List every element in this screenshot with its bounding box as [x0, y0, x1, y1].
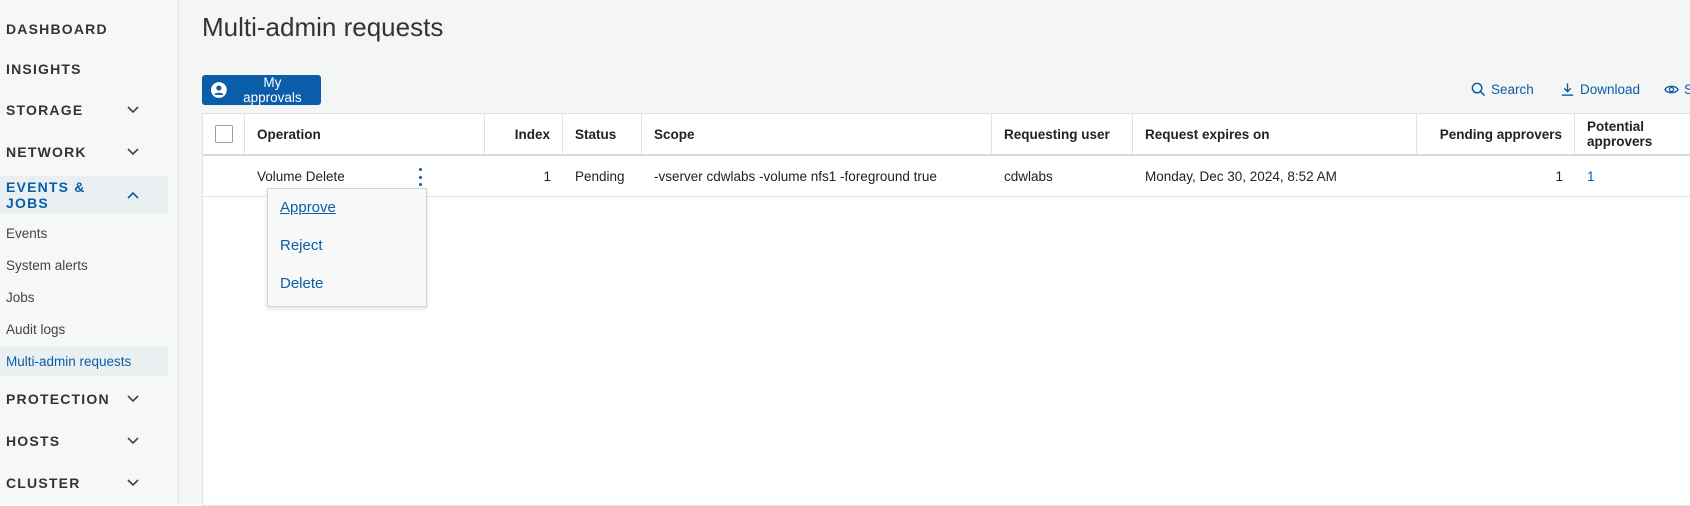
- search-button[interactable]: Search: [1471, 82, 1534, 97]
- chevron-down-icon: [126, 145, 140, 159]
- download-icon: [1561, 83, 1574, 96]
- nav-cluster[interactable]: CLUSTER: [0, 464, 168, 502]
- show-label: S: [1684, 82, 1690, 97]
- chevron-down-icon: [126, 476, 140, 490]
- header-select-all[interactable]: [203, 114, 245, 154]
- my-approvals-button[interactable]: My approvals: [202, 75, 321, 105]
- nav-item-multi-admin-requests[interactable]: Multi-admin requests: [0, 346, 168, 376]
- user-circle-icon: [211, 82, 227, 98]
- row-actions-kebab-icon[interactable]: [415, 168, 425, 186]
- select-all-checkbox[interactable]: [215, 125, 233, 143]
- nav-events-jobs[interactable]: EVENTS & JOBS: [0, 176, 168, 214]
- search-label: Search: [1491, 82, 1534, 97]
- header-request-expires-on[interactable]: Request expires on: [1133, 114, 1417, 154]
- header-status[interactable]: Status: [563, 114, 642, 154]
- nav-item-audit-logs[interactable]: Audit logs: [0, 314, 168, 344]
- menu-item-delete[interactable]: Delete: [280, 275, 323, 292]
- page-title: Multi-admin requests: [202, 12, 444, 42]
- nav-insights[interactable]: INSIGHTS: [0, 50, 168, 88]
- header-potential-approvers[interactable]: Potential approvers: [1575, 114, 1690, 154]
- eye-icon: [1664, 85, 1679, 94]
- header-operation[interactable]: Operation: [245, 114, 485, 154]
- sidebar: DASHBOARD INSIGHTS STORAGE NETWORK EVENT…: [0, 0, 179, 504]
- chevron-down-icon: [126, 392, 140, 406]
- nav-events-jobs-label: EVENTS & JOBS: [6, 179, 86, 211]
- cell-potential-approvers-link[interactable]: 1: [1575, 156, 1690, 196]
- nav-network[interactable]: NETWORK: [0, 133, 168, 171]
- nav-protection-label: PROTECTION: [6, 391, 110, 407]
- nav-storage-label: STORAGE: [6, 102, 84, 118]
- my-approvals-label: My approvals: [243, 75, 302, 105]
- main-content: Multi-admin requests My approvals Search…: [179, 0, 1690, 506]
- download-button[interactable]: Download: [1560, 82, 1640, 97]
- cell-scope: -vserver cdwlabs -volume nfs1 -foregroun…: [654, 168, 937, 184]
- nav-insights-label: INSIGHTS: [6, 61, 82, 77]
- nav-network-label: NETWORK: [6, 144, 87, 160]
- requests-table: Operation Index Status Scope Requesting …: [202, 113, 1690, 506]
- chevron-down-icon: [126, 434, 140, 448]
- nav-item-jobs[interactable]: Jobs: [0, 282, 168, 312]
- search-icon: [1471, 82, 1486, 97]
- nav-item-system-alerts[interactable]: System alerts: [0, 250, 168, 280]
- download-label: Download: [1580, 82, 1641, 97]
- cell-requesting-user: cdwlabs: [1004, 168, 1053, 184]
- cell-index: 1: [543, 168, 551, 184]
- chevron-up-icon: [127, 188, 140, 202]
- menu-item-approve[interactable]: Approve: [280, 199, 336, 216]
- nav-hosts[interactable]: HOSTS: [0, 422, 168, 460]
- menu-item-reject[interactable]: Reject: [280, 237, 323, 254]
- header-pending-approvers[interactable]: Pending approvers: [1417, 114, 1575, 154]
- show-button[interactable]: S: [1664, 82, 1690, 97]
- cell-pending-approvers: 1: [1555, 168, 1563, 184]
- header-index[interactable]: Index: [485, 114, 563, 154]
- nav-item-events[interactable]: Events: [0, 218, 168, 248]
- nav-dashboard[interactable]: DASHBOARD: [0, 10, 168, 48]
- header-scope[interactable]: Scope: [642, 114, 992, 154]
- nav-cluster-label: CLUSTER: [6, 475, 81, 491]
- cell-status: Pending: [575, 168, 625, 184]
- nav-dashboard-label: DASHBOARD: [6, 21, 108, 37]
- nav-hosts-label: HOSTS: [6, 433, 61, 449]
- cell-request-expires-on: Monday, Dec 30, 2024, 8:52 AM: [1145, 168, 1337, 184]
- nav-protection[interactable]: PROTECTION: [0, 380, 168, 418]
- row-actions-menu: Approve Reject Delete: [267, 188, 427, 307]
- chevron-down-icon: [126, 103, 140, 117]
- nav-storage[interactable]: STORAGE: [0, 91, 168, 129]
- table-header: Operation Index Status Scope Requesting …: [203, 114, 1690, 156]
- header-requesting-user[interactable]: Requesting user: [992, 114, 1133, 154]
